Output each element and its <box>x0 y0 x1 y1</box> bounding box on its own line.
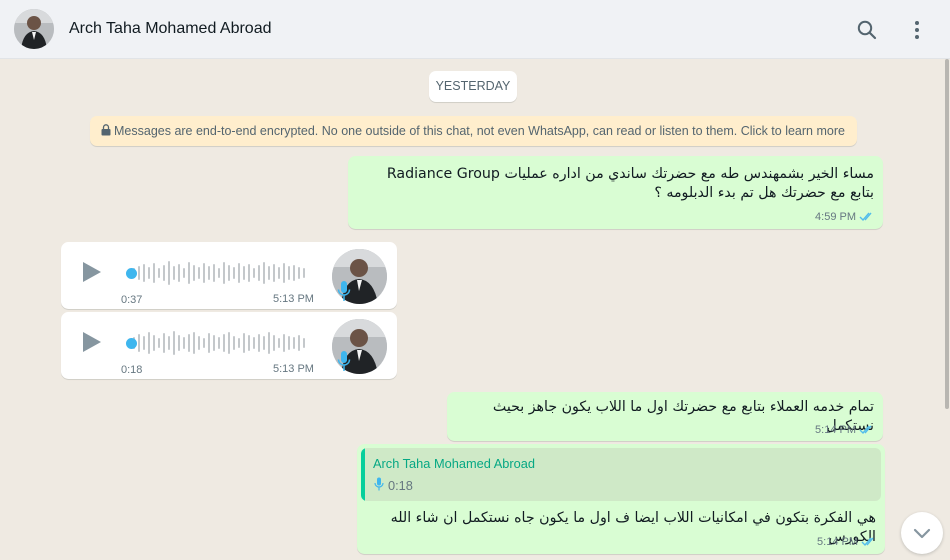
chat-scrollbar[interactable] <box>944 59 950 560</box>
message-text: تمام خدمه العملاء بتابع مع حضرتك اول ما … <box>492 399 874 434</box>
voice-message[interactable]: 0:37 5:13 PM <box>61 242 397 309</box>
play-icon[interactable] <box>81 330 103 354</box>
message-outgoing[interactable]: Arch Taha Mohamed Abroad 0:18 هي الفكرة … <box>357 444 885 554</box>
encryption-notice[interactable]: Messages are end-to-end encrypted. No on… <box>90 116 857 146</box>
scroll-to-bottom-button[interactable] <box>901 512 943 554</box>
voice-duration: 0:18 <box>121 364 143 376</box>
contact-name[interactable]: Arch Taha Mohamed Abroad <box>69 20 272 38</box>
double-check-icon <box>861 536 877 550</box>
lock-icon <box>101 117 111 147</box>
chat-header: Arch Taha Mohamed Abroad <box>0 0 950 59</box>
contact-avatar[interactable] <box>14 9 54 49</box>
play-icon[interactable] <box>81 260 103 284</box>
chat-pane: YESTERDAY Messages are end-to-end encryp… <box>0 59 950 560</box>
quoted-duration: 0:18 <box>388 478 413 493</box>
microphone-icon <box>337 350 351 372</box>
chevron-down-icon <box>913 528 931 539</box>
message-time: 4:59 PM <box>815 211 856 223</box>
voice-progress-handle[interactable] <box>126 268 137 279</box>
encryption-notice-text: Messages are end-to-end encrypted. No on… <box>114 124 845 138</box>
message-outgoing[interactable]: مساء الخير بشمهندس طه مع حضرتك ساندي من … <box>348 156 883 229</box>
message-time: 5:13 PM <box>273 363 314 375</box>
message-outgoing[interactable]: تمام خدمه العملاء بتابع مع حضرتك اول ما … <box>447 392 883 441</box>
message-text-line: مساء الخير بشمهندس طه مع حضرتك ساندي من … <box>386 166 874 182</box>
message-meta: 4:59 PM <box>815 211 875 225</box>
message-meta: 5:14 PM <box>817 536 877 550</box>
voice-waveform[interactable] <box>133 259 305 287</box>
voice-progress-handle[interactable] <box>126 338 137 349</box>
voice-duration: 0:37 <box>121 294 143 306</box>
message-time: 5:14 PM <box>817 536 858 548</box>
voice-waveform[interactable] <box>133 329 305 357</box>
quote-accent-bar <box>361 448 365 501</box>
message-time: 5:13 PM <box>273 293 314 305</box>
kebab-menu-icon[interactable] <box>905 18 929 42</box>
double-check-icon <box>859 424 875 438</box>
scrollbar-thumb[interactable] <box>945 59 949 409</box>
message-text: هي الفكرة بتكون في امكانيات اللاب ايضا ف… <box>390 510 876 545</box>
message-text-line: بتابع مع حضرتك هل تم بدء الدبلومه ؟ <box>654 185 874 201</box>
microphone-icon <box>374 477 384 496</box>
date-divider: YESTERDAY <box>429 71 517 102</box>
search-icon[interactable] <box>855 18 879 42</box>
message-time: 5:14 PM <box>815 424 856 436</box>
quoted-sender: Arch Taha Mohamed Abroad <box>373 456 535 471</box>
message-meta: 5:14 PM <box>815 424 875 438</box>
voice-message[interactable]: 0:18 5:13 PM <box>61 312 397 379</box>
microphone-icon <box>337 280 351 302</box>
quoted-message[interactable]: Arch Taha Mohamed Abroad 0:18 <box>361 448 881 501</box>
double-check-icon <box>859 211 875 225</box>
